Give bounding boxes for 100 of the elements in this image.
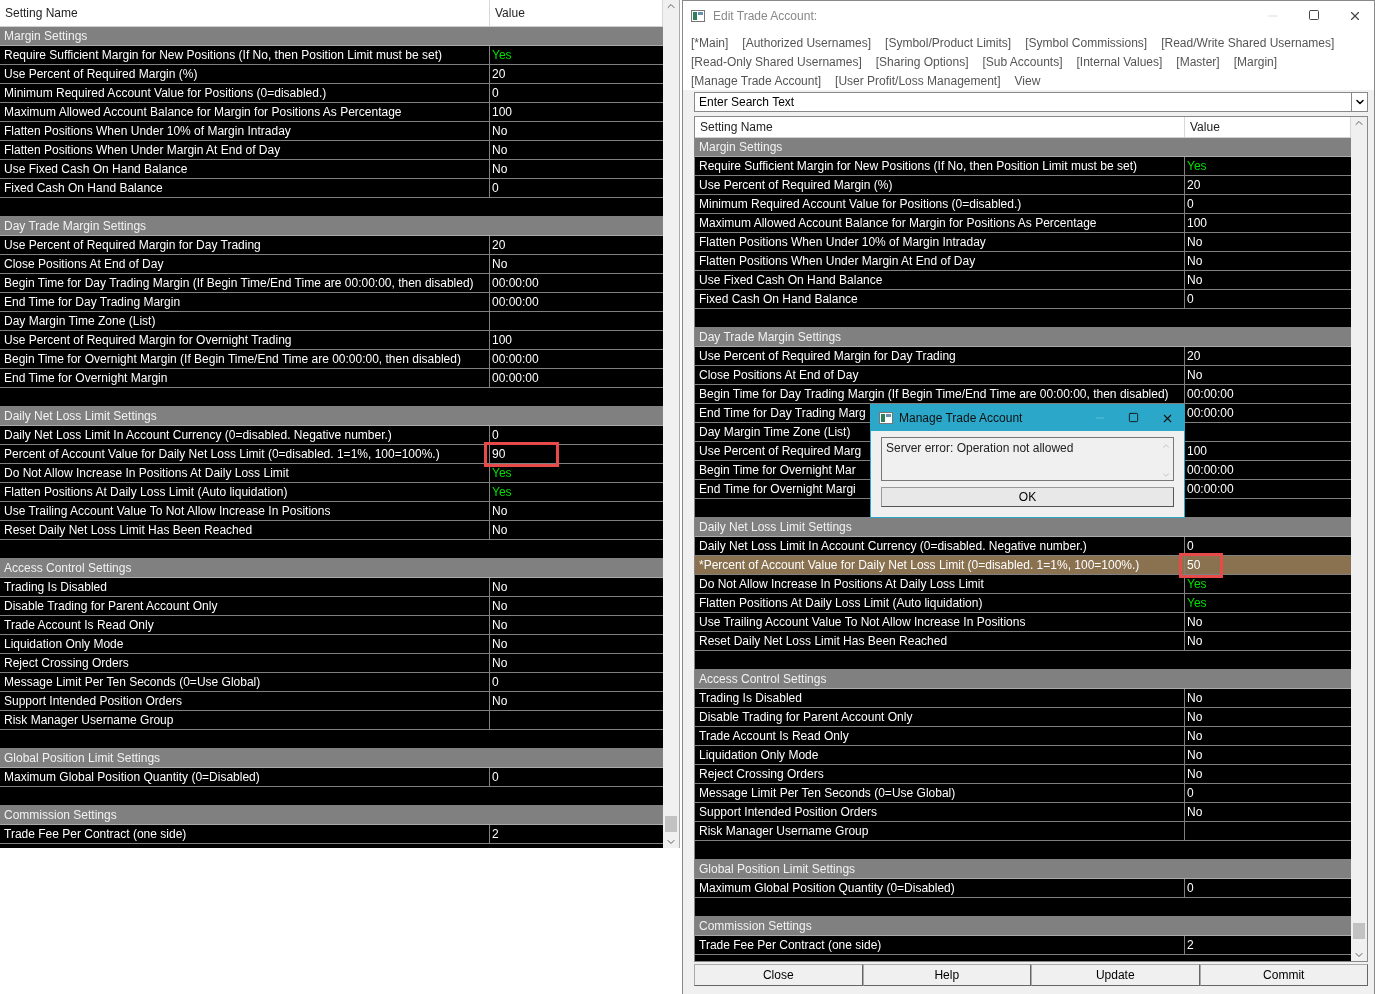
setting-value[interactable]: Yes	[1187, 577, 1207, 591]
setting-value[interactable]: Yes	[492, 466, 512, 480]
action-button[interactable]: Close	[694, 964, 863, 986]
setting-value[interactable]: 00:00:00	[492, 295, 539, 309]
scroll-thumb[interactable]	[665, 816, 677, 832]
setting-value[interactable]: 20	[492, 238, 506, 252]
scrollbar[interactable]	[663, 0, 679, 848]
setting-value[interactable]: No	[1187, 235, 1203, 249]
setting-value[interactable]: 50	[1187, 558, 1201, 572]
dropdown-button[interactable]	[1351, 92, 1368, 112]
maximize-icon[interactable]	[1128, 411, 1139, 423]
column-header[interactable]: Setting Name	[695, 117, 1185, 137]
setting-value[interactable]: 100	[492, 105, 513, 119]
setting-value[interactable]: No	[1187, 748, 1203, 762]
setting-value[interactable]: 00:00:00	[492, 276, 539, 290]
setting-value[interactable]: No	[1187, 691, 1203, 705]
setting-value[interactable]: No	[1187, 805, 1203, 819]
setting-value[interactable]: No	[1187, 254, 1203, 268]
setting-value[interactable]: No	[492, 504, 508, 518]
setting-value[interactable]: No	[1187, 767, 1203, 781]
tab-link[interactable]: [Margin]	[1233, 54, 1278, 69]
tab-link[interactable]: [Manage Trade Account]	[691, 73, 822, 88]
setting-value[interactable]: 0	[1187, 881, 1194, 895]
setting-value[interactable]: No	[492, 656, 508, 670]
tab-link[interactable]: [Internal Values]	[1076, 54, 1163, 69]
setting-value[interactable]: 0	[1187, 292, 1194, 306]
setting-value[interactable]: 20	[492, 67, 506, 81]
setting-value[interactable]: 0	[492, 428, 499, 442]
action-button[interactable]: Update	[1031, 964, 1200, 986]
setting-value[interactable]: 0	[1187, 539, 1194, 553]
scrollbar[interactable]	[1351, 117, 1367, 961]
setting-value[interactable]: 90	[492, 447, 506, 461]
setting-name: Begin Time for Day Trading Margin (If Begin Time/End Time are 00:00:00, then disabled)	[0, 274, 490, 292]
tab-link[interactable]: [Sharing Options]	[875, 54, 969, 69]
tab-link[interactable]: [Sub Accounts]	[982, 54, 1063, 69]
setting-name: Risk Manager Username Group	[695, 822, 1185, 840]
setting-value[interactable]: 0	[1187, 197, 1194, 211]
setting-value[interactable]: 00:00:00	[1187, 482, 1234, 496]
search-field[interactable]: Enter Search Text	[694, 92, 1351, 112]
setting-value[interactable]: No	[1187, 729, 1203, 743]
setting-value[interactable]: 100	[1187, 216, 1208, 230]
setting-value[interactable]: 0	[492, 675, 499, 689]
setting-value[interactable]: 2	[492, 827, 499, 841]
setting-value[interactable]: No	[1187, 615, 1203, 629]
action-button[interactable]: Help	[862, 964, 1031, 986]
tab-link[interactable]: [Master]	[1176, 54, 1220, 69]
setting-value[interactable]: 00:00:00	[492, 371, 539, 385]
maximize-icon[interactable]	[1308, 9, 1320, 21]
tab-link[interactable]: [Read-Only Shared Usernames]	[691, 54, 862, 69]
setting-value[interactable]: 00:00:00	[1187, 406, 1234, 420]
setting-value[interactable]: 20	[1187, 178, 1201, 192]
tab-link[interactable]: [Authorized Usernames]	[742, 35, 872, 50]
setting-value[interactable]: No	[492, 257, 508, 271]
setting-value[interactable]: No	[492, 523, 508, 537]
setting-value[interactable]: 00:00:00	[1187, 463, 1234, 477]
setting-value[interactable]: 100	[492, 333, 513, 347]
setting-value[interactable]: Yes	[1187, 596, 1207, 610]
setting-name: Flatten Positions At Daily Loss Limit (Auto liquidation)	[695, 594, 1185, 612]
setting-name: Fixed Cash On Hand Balance	[695, 290, 1185, 308]
tab-link[interactable]: View	[1014, 73, 1041, 88]
scroll-down-icon[interactable]	[1161, 470, 1171, 480]
setting-value[interactable]: 00:00:00	[492, 352, 539, 366]
setting-value[interactable]: 0	[1187, 786, 1194, 800]
setting-value[interactable]: No	[1187, 710, 1203, 724]
setting-value[interactable]: 0	[492, 770, 499, 784]
column-header[interactable]: Setting Name	[0, 0, 490, 26]
setting-name: Flatten Positions When Under Margin At End of Day	[0, 141, 490, 159]
tab-link[interactable]: [Symbol/Product Limits]	[885, 35, 1012, 50]
setting-value[interactable]: Yes	[492, 485, 512, 499]
setting-value[interactable]: Yes	[492, 48, 512, 62]
tab-link[interactable]: [*Main]	[691, 35, 729, 50]
setting-value[interactable]: 20	[1187, 349, 1201, 363]
ok-button[interactable]: OK	[881, 487, 1174, 507]
setting-value[interactable]: Yes	[1187, 159, 1207, 173]
tab-link[interactable]: [User Profit/Loss Management]	[835, 73, 1001, 88]
setting-value[interactable]: No	[492, 618, 508, 632]
setting-value[interactable]: No	[1187, 368, 1203, 382]
tab-link[interactable]: [Symbol Commissions]	[1025, 35, 1148, 50]
setting-value[interactable]: No	[492, 599, 508, 613]
setting-name: Use Percent of Required Margin for Day Trading	[0, 236, 490, 254]
scroll-up-icon[interactable]	[1161, 441, 1171, 451]
close-icon[interactable]	[1348, 9, 1362, 23]
setting-value[interactable]: No	[492, 637, 508, 651]
setting-value[interactable]: No	[492, 580, 508, 594]
setting-value[interactable]: No	[492, 694, 508, 708]
action-button[interactable]: Commit	[1199, 964, 1368, 986]
tab-link[interactable]: [Read/Write Shared Usernames]	[1161, 35, 1335, 50]
setting-name: Flatten Positions At Daily Loss Limit (Auto liquidation)	[0, 483, 490, 501]
setting-value[interactable]: No	[492, 162, 508, 176]
setting-value[interactable]: 100	[1187, 444, 1208, 458]
setting-value[interactable]: 00:00:00	[1187, 387, 1234, 401]
setting-value[interactable]: 0	[492, 86, 499, 100]
setting-value[interactable]: No	[492, 124, 508, 138]
setting-value[interactable]: 0	[492, 181, 499, 195]
scroll-thumb[interactable]	[1353, 923, 1365, 939]
setting-value[interactable]: No	[492, 143, 508, 157]
setting-value[interactable]: 2	[1187, 938, 1194, 952]
setting-value[interactable]: No	[1187, 273, 1203, 287]
setting-value[interactable]: No	[1187, 634, 1203, 648]
setting-name: Begin Time for Day Trading Margin (If Begin Time/End Time are 00:00:00, then disabled)	[695, 385, 1185, 403]
